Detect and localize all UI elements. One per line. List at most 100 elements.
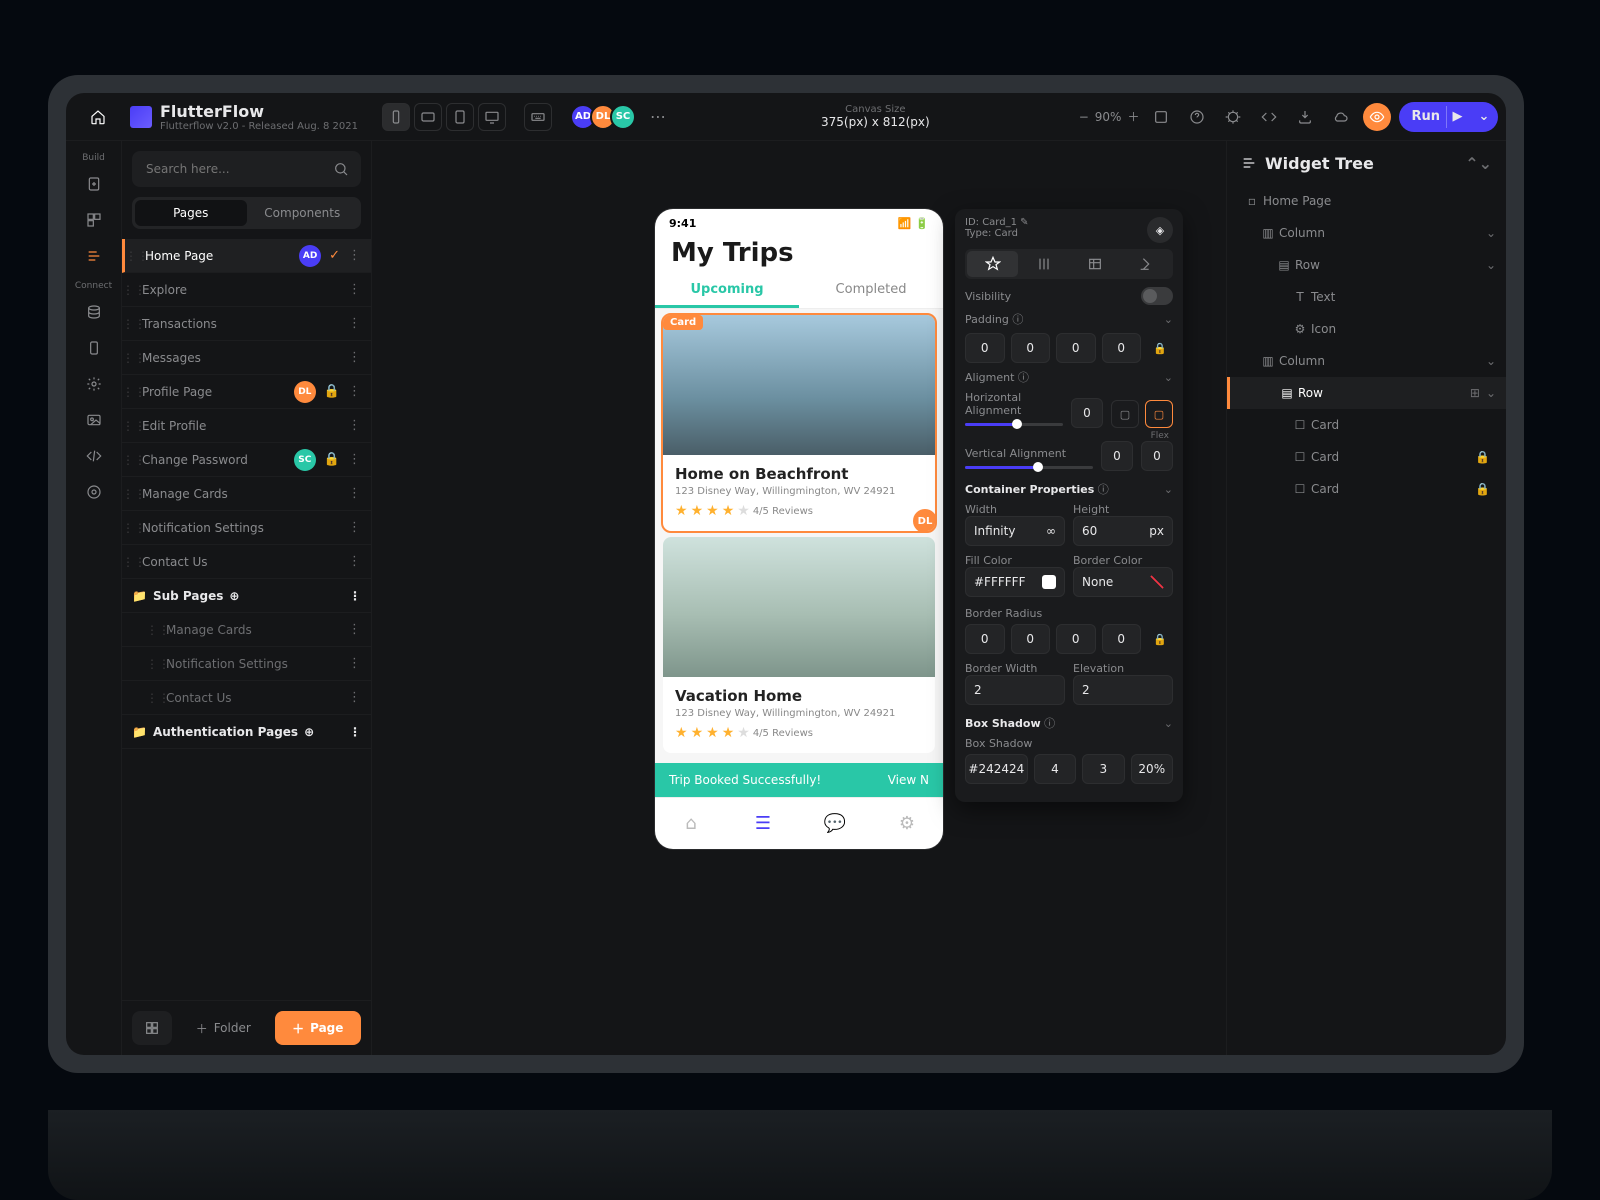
page-item[interactable]: ⋮⋮Notification Settings⋮ [122, 511, 371, 545]
device-desktop[interactable] [478, 103, 506, 131]
radius-bl[interactable]: 0 [1102, 624, 1142, 654]
settings-icon[interactable] [76, 367, 112, 401]
more-icon[interactable]: ⋮ [348, 452, 361, 467]
visibility-toggle[interactable] [1141, 287, 1173, 305]
page-item[interactable]: ⋮⋮Contact Us⋮ [122, 545, 371, 579]
tab-pages[interactable]: Pages [135, 200, 247, 226]
device-tablet-portrait[interactable] [446, 103, 474, 131]
more-icon[interactable]: ⋮ [348, 350, 361, 365]
radius-tr[interactable]: 0 [1011, 624, 1051, 654]
add-page-icon[interactable] [76, 167, 112, 201]
trip-card[interactable]: Card Home on Beachfront 123 Disney Way, … [663, 315, 935, 531]
zoom-out-icon[interactable]: − [1079, 110, 1089, 124]
premium-icon[interactable]: ◈ [1147, 217, 1173, 243]
avatar[interactable]: SC [610, 104, 636, 130]
page-item[interactable]: ⋮⋮Contact Us⋮ [122, 681, 371, 715]
tab-components[interactable]: Components [247, 200, 359, 226]
snackbar-action[interactable]: View N [888, 773, 929, 787]
search-input[interactable] [132, 151, 361, 187]
v-align-value-1[interactable]: 0 [1101, 441, 1133, 471]
tree-node[interactable]: ☐Card🔒 [1227, 473, 1506, 505]
add-icon[interactable]: ⊞ [1470, 386, 1480, 400]
shadow-x[interactable]: 4 [1034, 754, 1076, 784]
data-tab-icon[interactable] [1069, 251, 1120, 277]
style-tab-icon[interactable] [967, 251, 1018, 277]
code-icon[interactable] [1255, 103, 1283, 131]
more-icon[interactable]: ⋮ [348, 316, 361, 331]
cloud-icon[interactable] [1327, 103, 1355, 131]
layout-tab-icon[interactable] [1018, 251, 1069, 277]
shadow-color[interactable]: #242424 [965, 754, 1028, 784]
zoom-in-icon[interactable]: ＋ [1127, 108, 1139, 125]
nav-home-icon[interactable]: ⌂ [655, 798, 727, 849]
align-box-1[interactable]: ▢ [1111, 400, 1139, 428]
align-box-2[interactable]: ▢ [1145, 400, 1173, 428]
more-icon[interactable]: ⋯ [644, 103, 672, 131]
radius-br[interactable]: 0 [1056, 624, 1096, 654]
page-item[interactable]: ⋮⋮Home PageAD✓⋮ [122, 239, 371, 273]
h-align-value[interactable]: 0 [1071, 398, 1103, 428]
page-item[interactable]: ⋮⋮Messages⋮ [122, 341, 371, 375]
shadow-y[interactable]: 3 [1082, 754, 1124, 784]
tree-node[interactable]: ⚙Icon [1227, 313, 1506, 345]
lock-icon[interactable]: 🔒 [1147, 333, 1173, 363]
radius-tl[interactable]: 0 [965, 624, 1005, 654]
widgets-icon[interactable] [76, 203, 112, 237]
device-tablet-landscape[interactable] [414, 103, 442, 131]
chevron-down-icon[interactable]: ⌄ [1486, 386, 1496, 400]
padding-top[interactable]: 0 [965, 333, 1005, 363]
section-auth-pages[interactable]: 📁Authentication Pages⊕⋮ [122, 715, 371, 749]
tab-completed[interactable]: Completed [799, 274, 943, 308]
tree-node[interactable]: ☐Card [1227, 409, 1506, 441]
collapse-icon[interactable]: ⌃⌄ [1465, 154, 1492, 173]
chevron-down-icon[interactable]: ⌄ [1486, 354, 1496, 368]
media-icon[interactable] [76, 403, 112, 437]
padding-left[interactable]: 0 [1102, 333, 1142, 363]
device-icon[interactable] [76, 331, 112, 365]
chevron-down-icon[interactable]: ⌄ [1164, 313, 1173, 326]
zoom-control[interactable]: − 90% ＋ [1079, 108, 1140, 125]
nav-chat-icon[interactable]: 💬 [799, 798, 871, 849]
page-item[interactable]: ⋮⋮Edit Profile⋮ [122, 409, 371, 443]
tree-node[interactable]: TText [1227, 281, 1506, 313]
page-item[interactable]: ⋮⋮Change PasswordSC🔒⋮ [122, 443, 371, 477]
search-field[interactable] [144, 161, 333, 177]
shadow-opacity[interactable]: 20% [1131, 754, 1173, 784]
home-button[interactable] [74, 93, 122, 141]
actions-tab-icon[interactable] [1120, 251, 1171, 277]
edit-icon[interactable]: ✎ [1020, 217, 1028, 228]
more-icon[interactable]: ⋮ [348, 520, 361, 535]
custom-code-icon[interactable] [76, 439, 112, 473]
nav-profile-icon[interactable]: ⚙ [871, 798, 943, 849]
bug-icon[interactable] [1219, 103, 1247, 131]
collaborator-avatars[interactable]: ADDLSC [576, 104, 636, 130]
lock-icon[interactable]: 🔒 [1147, 624, 1173, 654]
section-sub-pages[interactable]: 📁Sub Pages⊕⋮ [122, 579, 371, 613]
nav-trips-icon[interactable]: ☰ [727, 798, 799, 849]
tree-node[interactable]: ▥Column⌄ [1227, 217, 1506, 249]
database-icon[interactable] [76, 295, 112, 329]
more-icon[interactable]: ⋮ [348, 554, 361, 569]
chevron-down-icon[interactable]: ⌄ [1486, 258, 1496, 272]
more-icon[interactable]: ⋮ [348, 384, 361, 399]
download-icon[interactable] [1291, 103, 1319, 131]
more-icon[interactable]: ⋮ [348, 282, 361, 297]
snackbar[interactable]: Trip Booked Successfully! View N [655, 763, 943, 797]
more-icon[interactable]: ⋮ [348, 418, 361, 433]
tree-node[interactable]: ▤Row⌄ [1227, 249, 1506, 281]
v-align-slider[interactable] [965, 466, 1093, 469]
layout-grid-button[interactable] [132, 1011, 172, 1045]
tree-node[interactable]: ▤Row⊞⌄ [1227, 377, 1506, 409]
more-icon[interactable]: ⋮ [348, 248, 361, 263]
chevron-down-icon[interactable]: ⌄ [1474, 109, 1494, 124]
h-align-slider[interactable] [965, 423, 1063, 426]
tree-node[interactable]: ☐Card🔒 [1227, 441, 1506, 473]
height-input[interactable]: 60px [1073, 516, 1173, 546]
width-input[interactable]: Infinity∞ [965, 516, 1065, 546]
keyboard-icon[interactable] [524, 103, 552, 131]
tree-icon[interactable] [76, 239, 112, 273]
tree-node[interactable]: ▫Home Page [1227, 185, 1506, 217]
page-item[interactable]: ⋮⋮Transactions⋮ [122, 307, 371, 341]
config-icon[interactable] [76, 475, 112, 509]
canvas[interactable]: 9:41 📶 🔋 My Trips Upcoming Completed Car… [372, 141, 1226, 1055]
